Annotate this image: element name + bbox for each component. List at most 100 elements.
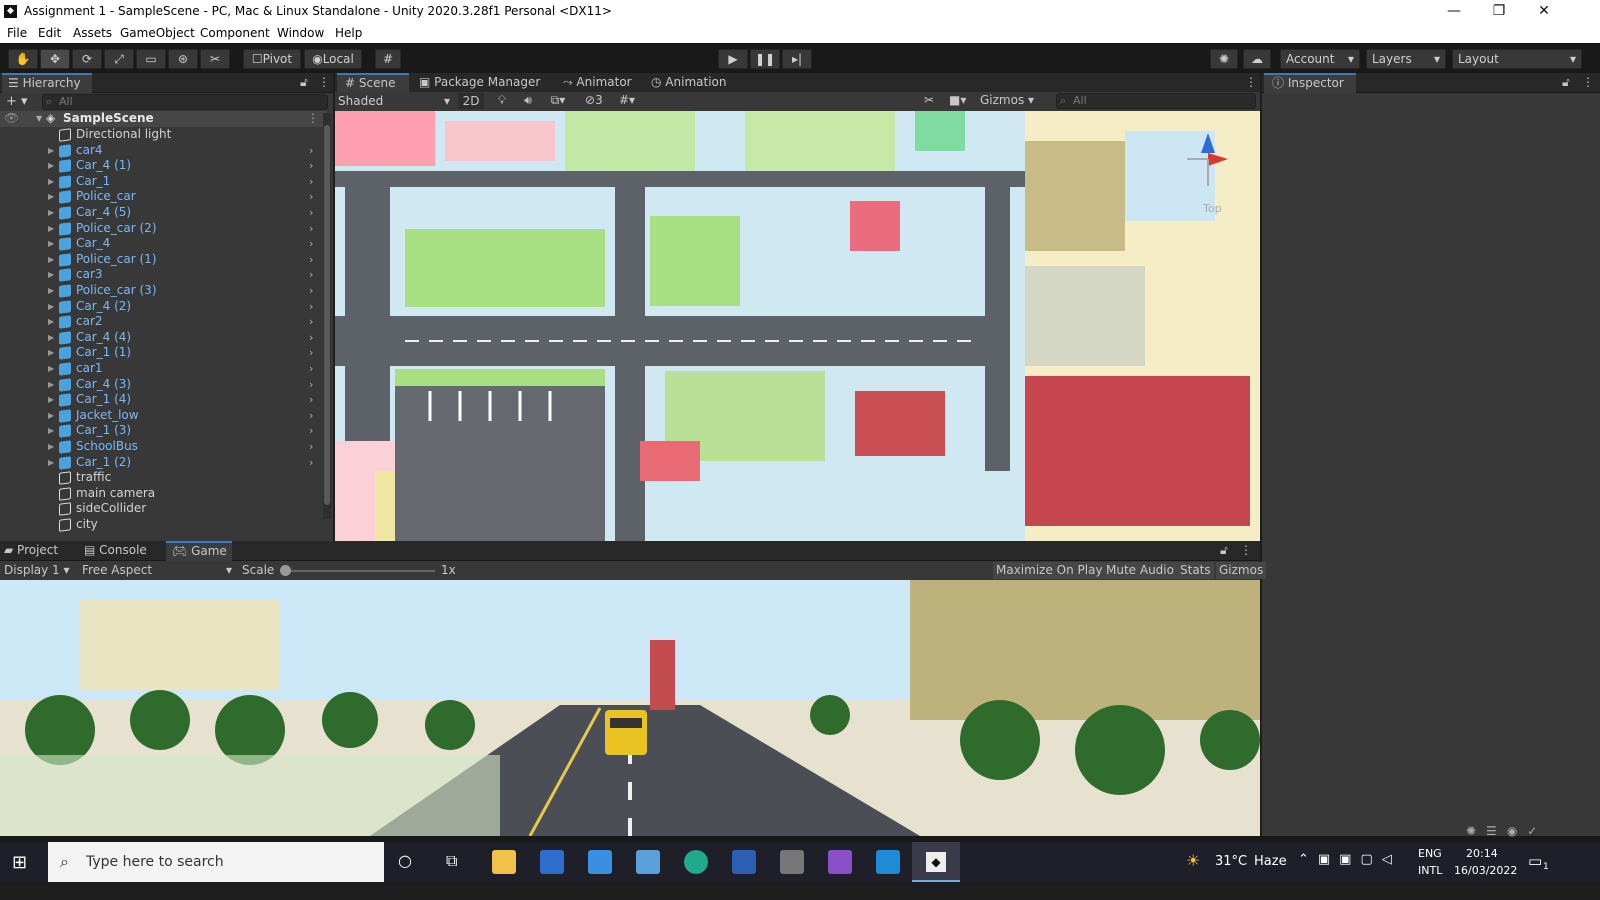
- hierarchy-search-input[interactable]: ⌕ All: [42, 94, 328, 110]
- chevron-right-icon[interactable]: ▶: [48, 330, 54, 345]
- aspect-dropdown[interactable]: Free Aspect ▾: [82, 562, 234, 579]
- scene-search-input[interactable]: ⌕ All: [1056, 93, 1256, 109]
- visibility-icon[interactable]: 👁︎: [4, 111, 19, 126]
- prefab-open-icon[interactable]: ›: [309, 205, 313, 220]
- weather-icon[interactable]: ☀: [1186, 851, 1200, 870]
- move-tool-icon[interactable]: ✥: [40, 49, 70, 69]
- file-explorer-icon[interactable]: [492, 850, 516, 874]
- hierarchy-item[interactable]: ▶ Car_1 ›: [0, 174, 327, 190]
- status-icons[interactable]: ✺☰◉✓: [1466, 824, 1600, 842]
- hierarchy-item[interactable]: Directional light: [0, 127, 327, 143]
- pivot-toggle[interactable]: ☐Pivot: [243, 49, 301, 69]
- chevron-right-icon[interactable]: ▶: [48, 143, 54, 158]
- chevron-right-icon[interactable]: ▶: [48, 408, 54, 423]
- notification-icon[interactable]: ▭: [1528, 852, 1542, 870]
- menu-component[interactable]: Component: [200, 26, 270, 40]
- windows-start-icon[interactable]: ⊞: [12, 852, 27, 873]
- more-menu-icon[interactable]: ⋮: [1240, 541, 1252, 561]
- chevron-right-icon[interactable]: ▶: [48, 236, 54, 251]
- hierarchy-scrollbar[interactable]: [323, 113, 331, 519]
- hierarchy-item[interactable]: ▶ car1 ›: [0, 361, 327, 377]
- hierarchy-item[interactable]: ▶ Police_car ›: [0, 189, 327, 205]
- scene-root-row[interactable]: 👁︎ ▼ ◈ SampleScene ⋮: [0, 111, 327, 127]
- prefab-open-icon[interactable]: ›: [309, 361, 313, 376]
- tab-animator[interactable]: ⤳ Animator: [563, 73, 643, 93]
- menu-gameobject[interactable]: GameObject: [120, 26, 195, 40]
- tab-project[interactable]: ▰ Project: [4, 541, 74, 561]
- hierarchy-item[interactable]: city: [0, 517, 327, 533]
- prefab-open-icon[interactable]: ›: [309, 189, 313, 204]
- visual-studio-icon[interactable]: [828, 850, 852, 874]
- prefab-open-icon[interactable]: ›: [309, 377, 313, 392]
- menu-edit[interactable]: Edit: [38, 26, 61, 40]
- prefab-open-icon[interactable]: ›: [309, 455, 313, 470]
- chevron-right-icon[interactable]: ▶: [48, 392, 54, 407]
- unity-hub-icon[interactable]: [780, 850, 804, 874]
- language-primary[interactable]: ENG: [1418, 847, 1442, 860]
- audio-icon[interactable]: 🔊︎: [519, 93, 537, 108]
- lock-icon[interactable]: 🔓︎: [300, 73, 314, 93]
- clock-time[interactable]: 20:14: [1466, 847, 1498, 860]
- more-menu-icon[interactable]: ⋮: [1582, 73, 1594, 93]
- language-secondary[interactable]: INTL: [1418, 864, 1442, 877]
- scale-slider[interactable]: [280, 565, 435, 576]
- hierarchy-item[interactable]: ▶ car4 ›: [0, 143, 327, 159]
- hierarchy-item[interactable]: ▶ Police_car (1) ›: [0, 252, 327, 268]
- custom-tool-icon[interactable]: ✂: [200, 49, 230, 69]
- chevron-right-icon[interactable]: ▶: [48, 377, 54, 392]
- rect-tool-icon[interactable]: ▭: [136, 49, 166, 69]
- lighting-icon[interactable]: 💡︎: [493, 93, 511, 108]
- game-viewport[interactable]: [0, 580, 1260, 836]
- hierarchy-item[interactable]: ▶ Police_car (2) ›: [0, 221, 327, 237]
- more-menu-icon[interactable]: ⋮: [318, 73, 330, 93]
- toggle-2d-button[interactable]: 2D: [458, 93, 484, 109]
- tab-game[interactable]: 🎮︎ Game: [166, 541, 232, 561]
- hand-tool-icon[interactable]: ✋: [8, 49, 38, 69]
- clock-date[interactable]: 16/03/2022: [1454, 864, 1517, 877]
- chevron-right-icon[interactable]: ▶: [48, 314, 54, 329]
- tab-package-manager[interactable]: ▣ Package Manager: [419, 73, 551, 93]
- cortana-icon[interactable]: ○: [398, 851, 412, 870]
- game-gizmos-dropdown[interactable]: Gizmos ▾: [1216, 562, 1267, 594]
- hierarchy-item[interactable]: ▶ car3 ›: [0, 267, 327, 283]
- cloud-icon[interactable]: ☁: [1243, 49, 1271, 69]
- chevron-right-icon[interactable]: ▶: [48, 252, 54, 267]
- rotate-tool-icon[interactable]: ⟳: [72, 49, 102, 69]
- mail-icon[interactable]: [588, 850, 612, 874]
- hierarchy-item[interactable]: ▶ SchoolBus ›: [0, 439, 327, 455]
- maximize-button[interactable]: ❐: [1476, 0, 1522, 24]
- hierarchy-item[interactable]: ▶ Car_4 (4) ›: [0, 330, 327, 346]
- word-icon[interactable]: [732, 850, 756, 874]
- lock-icon[interactable]: 🔓︎: [1562, 73, 1576, 93]
- lock-icon[interactable]: 🔓︎: [1220, 541, 1234, 561]
- chevron-right-icon[interactable]: ▶: [48, 423, 54, 438]
- prefab-open-icon[interactable]: ›: [309, 392, 313, 407]
- prefab-open-icon[interactable]: ›: [309, 423, 313, 438]
- menu-help[interactable]: Help: [335, 26, 362, 40]
- hierarchy-item[interactable]: ▶ Police_car (3) ›: [0, 283, 327, 299]
- hierarchy-item[interactable]: main camera: [0, 486, 327, 502]
- grid-icon[interactable]: #▾: [619, 93, 655, 107]
- mute-audio-toggle[interactable]: Mute Audio: [1103, 562, 1177, 579]
- step-button[interactable]: ▸|: [782, 49, 812, 69]
- minimize-button[interactable]: —: [1431, 0, 1477, 24]
- hierarchy-item[interactable]: ▶ Car_4 (2) ›: [0, 299, 327, 315]
- prefab-open-icon[interactable]: ›: [309, 283, 313, 298]
- chevron-right-icon[interactable]: ▶: [48, 221, 54, 236]
- tab-animation[interactable]: ◷ Animation: [651, 73, 741, 93]
- local-toggle[interactable]: ◉Local: [304, 49, 362, 69]
- display-dropdown[interactable]: Display 1 ▾: [4, 562, 76, 579]
- tab-scene[interactable]: # Scene: [337, 73, 409, 93]
- gizmos-dropdown[interactable]: Gizmos ▾: [980, 93, 1046, 107]
- prefab-open-icon[interactable]: ›: [309, 439, 313, 454]
- menu-window[interactable]: Window: [277, 26, 324, 40]
- shading-mode-dropdown[interactable]: Shaded ▾: [338, 93, 454, 109]
- hierarchy-item[interactable]: ▶ Car_4 (1) ›: [0, 158, 327, 174]
- prefab-open-icon[interactable]: ›: [309, 314, 313, 329]
- vscode-icon[interactable]: [876, 850, 900, 874]
- layers-dropdown[interactable]: Layers ▾: [1366, 49, 1446, 69]
- edge-icon[interactable]: [684, 850, 708, 874]
- app-icon[interactable]: [636, 850, 660, 874]
- hierarchy-item[interactable]: traffic: [0, 470, 327, 486]
- chevron-right-icon[interactable]: ▶: [48, 361, 54, 376]
